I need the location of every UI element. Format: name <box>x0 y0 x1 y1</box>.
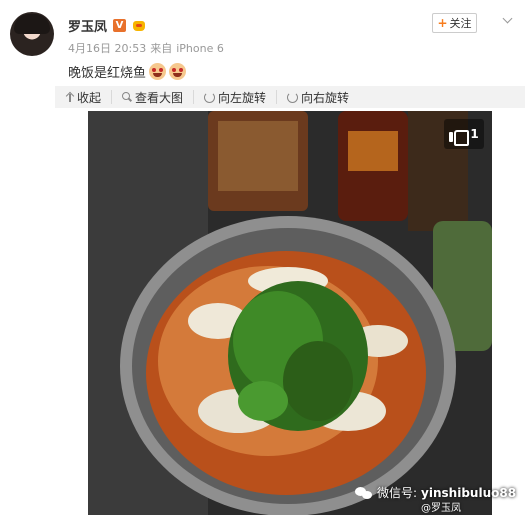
search-icon <box>122 92 132 102</box>
collapse-icon <box>65 92 74 102</box>
follow-label: 关注 <box>449 17 472 30</box>
rotate-right-label: 向右旋转 <box>301 90 350 105</box>
collapse-label: 收起 <box>77 90 102 105</box>
watermark-handle: yinshibuluo88 <box>421 485 517 500</box>
thumbs-up-icon <box>449 125 470 146</box>
collapse-button[interactable]: 收起 <box>55 90 111 105</box>
like-counter[interactable]: 1 <box>444 119 484 149</box>
plus-icon: + <box>437 16 448 30</box>
rotate-left-button[interactable]: 向左旋转 <box>193 90 276 105</box>
wechat-icon <box>355 486 373 500</box>
view-large-label: 查看大图 <box>135 90 184 105</box>
post-meta: 4月16日 20:53 来自 iPhone 6 <box>68 40 228 56</box>
post-date[interactable]: 4月16日 20:53 <box>68 42 146 55</box>
rotate-left-label: 向左旋转 <box>218 90 267 105</box>
source-prefix: 来自 <box>150 42 173 55</box>
avatar[interactable] <box>10 12 54 56</box>
rotate-left-icon <box>204 91 216 103</box>
like-count: 1 <box>470 127 479 141</box>
post-source[interactable]: iPhone 6 <box>176 42 224 55</box>
user-row: 罗玉凤 V <box>68 15 147 35</box>
post-photo[interactable]: 1 <box>88 111 492 515</box>
fish-dish-illustration <box>88 111 492 515</box>
rotate-right-button[interactable]: 向右旋转 <box>276 90 359 105</box>
weibo-watermark: @罗玉凤 <box>421 503 461 514</box>
watermark-label: 微信号: <box>377 486 418 500</box>
post-text: 晚饭是红烧鱼 <box>68 62 187 81</box>
drooling-face-icon <box>169 63 187 80</box>
verified-badge-icon: V <box>113 18 127 32</box>
crown-icon <box>132 19 147 32</box>
follow-button[interactable]: + 关注 <box>432 13 477 33</box>
image-toolbar: 收起 查看大图 向左旋转 向右旋转 <box>55 86 525 108</box>
post-text-content: 晚饭是红烧鱼 <box>68 66 147 81</box>
weibo-post: 罗玉凤 V + 关注 4月16日 20:53 来自 iPhone 6 晚饭是红烧鱼 … <box>0 0 531 516</box>
username[interactable]: 罗玉凤 <box>68 16 107 35</box>
chevron-down-icon[interactable] <box>503 15 513 25</box>
rotate-right-icon <box>287 91 299 103</box>
drooling-face-icon <box>149 63 167 80</box>
view-large-button[interactable]: 查看大图 <box>111 90 193 105</box>
